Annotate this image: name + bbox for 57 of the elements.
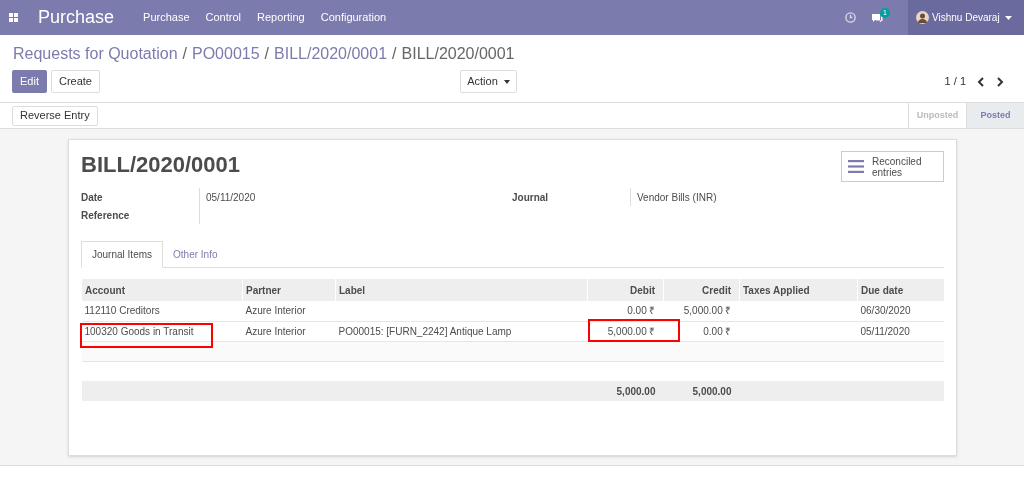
record-title: BILL/2020/0001 [81, 152, 240, 179]
caret-icon [1004, 15, 1012, 20]
breadcrumb-separator: / [392, 44, 397, 64]
status-stage[interactable]: Posted [966, 103, 1024, 128]
clock-icon[interactable] [845, 12, 856, 23]
action-dropdown[interactable]: Action [460, 70, 517, 93]
menu-item[interactable]: Configuration [320, 9, 387, 26]
next-icon[interactable] [997, 76, 1004, 87]
reconciled-entries-button[interactable]: Reconciled entries [841, 151, 944, 182]
table-cell: 0.00 ₹ [703, 325, 732, 337]
reverse-entry-button[interactable]: Reverse Entry [12, 105, 98, 126]
tab[interactable]: Journal Items [81, 241, 164, 268]
breadcrumb-separator: / [264, 44, 270, 64]
total-cell: 5,000.00 [616, 385, 656, 397]
app-title: Purchase [38, 6, 115, 29]
pager: 1 / 1 [944, 74, 966, 90]
tab[interactable]: Other Info [163, 241, 228, 268]
breadcrumb-link[interactable]: PO00015 [192, 44, 260, 64]
table-cell: 5,000.00 ₹ [607, 325, 656, 337]
table-cell: 0.00 ₹ [627, 305, 656, 317]
column-header[interactable]: Account [81, 279, 243, 301]
table-cell: 100320 Goods in Transit [84, 325, 194, 337]
edit-button[interactable]: Edit [12, 70, 47, 93]
table-cell: 5,000.00 ₹ [683, 305, 732, 317]
caret-icon [503, 79, 510, 84]
field-label: Reference [81, 208, 131, 223]
user-menu[interactable]: Vishnu Devaraj [908, 0, 1024, 35]
avatar-icon [916, 11, 929, 24]
column-header[interactable]: Partner [242, 279, 336, 301]
apps-menu-icon[interactable] [9, 13, 18, 22]
field-label: Journal [512, 190, 550, 205]
menu-item[interactable]: Purchase [143, 9, 190, 26]
breadcrumb-link[interactable]: Requests for Quotation [13, 44, 178, 64]
chat-icon[interactable] [871, 12, 883, 23]
table-cell: 06/30/2020 [860, 305, 911, 317]
field-value: 05/11/2020 [206, 190, 256, 205]
total-cell: 5,000.00 [692, 385, 732, 397]
table-cell: Azure Interior [245, 325, 306, 337]
field-value: Vendor Bills (INR) [637, 190, 717, 205]
menu-item[interactable]: Reporting [257, 9, 305, 26]
breadcrumb-link[interactable]: BILL/2020/0001 [274, 44, 388, 64]
table-cell: 112110 Creditors [84, 305, 160, 317]
table-cell: Azure Interior [245, 305, 306, 317]
breadcrumb-separator: / [182, 44, 187, 64]
menu-item[interactable]: Control [205, 9, 241, 26]
column-header[interactable]: Debit [587, 279, 664, 301]
previous-icon[interactable] [977, 76, 984, 87]
column-header[interactable]: Credit [663, 279, 740, 301]
column-header[interactable]: Label [335, 279, 588, 301]
column-header[interactable]: Due date [857, 279, 944, 301]
field-label: Date [81, 190, 104, 205]
breadcrumb-current: BILL/2020/0001 [401, 44, 515, 64]
table-cell: 05/11/2020 [860, 325, 910, 337]
create-button[interactable]: Create [50, 70, 100, 93]
list-icon [848, 160, 864, 173]
column-header[interactable]: Taxes Applied [739, 279, 858, 301]
table-cell: PO00015: [FURN_2242] Antique Lamp [338, 325, 512, 337]
